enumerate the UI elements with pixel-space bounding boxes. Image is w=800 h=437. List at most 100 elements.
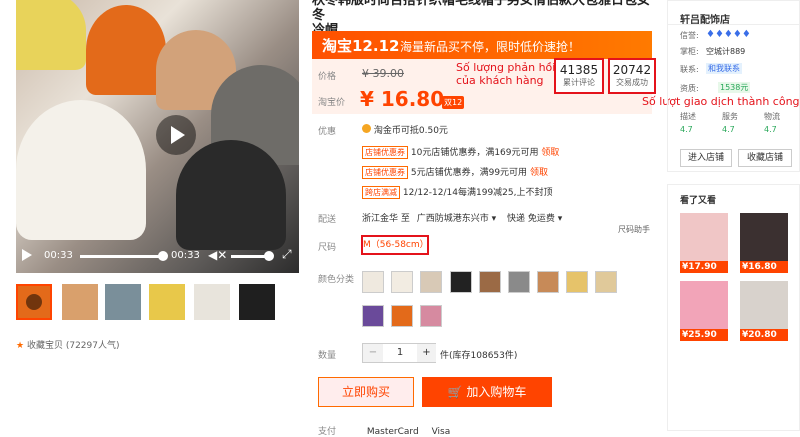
coin-offer: 淘金币可抵0.50元 — [362, 123, 448, 136]
offers-label: 优惠 — [318, 127, 337, 137]
color-swatch[interactable] — [595, 271, 617, 293]
add-to-cart-label: 加入购物车 — [466, 385, 527, 399]
delivery-row: 浙江金华 至 广西防城港东兴市 ▾ 快递 免运费 ▾ — [362, 211, 562, 224]
desc-score: 4.7 — [680, 125, 693, 134]
promo-text: 海量新品买不停，限时低价速抢！ — [400, 40, 581, 54]
also-viewed-product-3[interactable] — [680, 281, 728, 329]
orange-hat-image — [86, 5, 166, 95]
color-swatch[interactable] — [420, 305, 442, 327]
also-viewed-product-1[interactable] — [680, 213, 728, 261]
buy-now-button[interactable]: 立即购买 — [318, 377, 414, 407]
color-swatch[interactable] — [479, 271, 501, 293]
contact-label: 联系: — [680, 65, 699, 74]
quantity-stepper: − 1 + — [362, 343, 436, 363]
quantity-label: 数量 — [318, 351, 337, 361]
thumbnail-3[interactable] — [105, 284, 141, 320]
also-viewed-price-2: ¥16.80 — [740, 261, 788, 273]
enter-shop-button[interactable]: 进入店铺 — [680, 149, 732, 167]
video-progress-handle[interactable] — [158, 251, 168, 261]
size-label: 尺码 — [318, 243, 337, 253]
volume-handle[interactable] — [264, 251, 274, 261]
logistics-score: 4.7 — [764, 125, 777, 134]
transactions-label: 交易成功 — [616, 78, 648, 87]
size-helper-link[interactable]: 尺码助手 — [618, 224, 650, 235]
thumbnail-2[interactable] — [62, 284, 98, 320]
coin-icon — [362, 124, 371, 133]
collect-shop-button[interactable]: 收藏店铺 — [738, 149, 792, 167]
play-icon[interactable] — [22, 249, 32, 261]
coupon-2-text: 5元店铺优惠券，满99元可用 — [410, 168, 528, 178]
coupon-1-claim-link[interactable]: 领取 — [541, 148, 559, 158]
full-discount-tag: 跨店满减 — [362, 186, 400, 199]
color-swatch[interactable] — [391, 271, 413, 293]
contact-button[interactable]: 和我联系 — [706, 63, 742, 74]
service-score: 4.7 — [722, 125, 735, 134]
transactions-count: 20742 — [612, 63, 652, 77]
reviews-count: 41385 — [559, 63, 599, 77]
color-swatch[interactable] — [362, 305, 384, 327]
thumbnail-4[interactable] — [149, 284, 185, 320]
also-viewed-price-3: ¥25.90 — [680, 329, 728, 341]
add-to-cart-button[interactable]: 🛒 加入购物车 — [422, 377, 552, 407]
mastercard-label: MasterCard — [366, 427, 419, 437]
color-swatch[interactable] — [420, 271, 442, 293]
star-icon: ★ — [16, 341, 25, 351]
coupon-row-2: 店铺优惠券 5元店铺优惠券，满99元可用 领取 — [362, 165, 548, 179]
transactions-stat[interactable]: 20742 交易成功 — [608, 58, 656, 94]
color-swatch[interactable] — [566, 271, 588, 293]
color-swatch[interactable] — [391, 305, 413, 327]
reviews-stat[interactable]: 41385 累计评论 — [554, 58, 604, 94]
shop-card: 轩吕配饰店 信誉: ♦♦♦♦♦ 掌柜: 空城计889 联系: 和我联系 资质: … — [667, 0, 800, 172]
keeper-label: 掌柜: — [680, 47, 699, 56]
keeper-name[interactable]: 空城计889 — [706, 46, 745, 57]
cart-icon: 🛒 — [447, 385, 463, 399]
promo-banner: 淘宝12.12 海量新品买不停，限时低价速抢！ — [312, 31, 652, 59]
thumbnail-5[interactable] — [194, 284, 230, 320]
also-viewed-title: 看了又看 — [680, 196, 717, 206]
thumbnail-video[interactable] — [16, 284, 52, 320]
yellow-hat-image — [16, 0, 86, 70]
quantity-increase-button[interactable]: + — [417, 344, 436, 362]
also-viewed-panel: 看了又看 ¥17.90 ¥16.80 ¥25.90 ¥20.80 — [667, 184, 800, 431]
volume-icon[interactable]: ◀✕ — [208, 248, 227, 262]
current-price: ¥ 16.80 — [360, 87, 445, 111]
video-current-time: 00:33 — [44, 250, 73, 261]
color-swatch[interactable] — [450, 271, 472, 293]
express-fee: 快递 免运费 — [507, 214, 555, 224]
deposit-badge[interactable]: 1538元 — [718, 82, 751, 93]
coupon-1-tag: 店铺优惠券 — [362, 146, 408, 159]
quantity-decrease-button[interactable]: − — [363, 344, 383, 362]
old-price-label: 价格 — [318, 72, 337, 82]
video-progress-bar[interactable] — [80, 255, 160, 258]
double12-badge: 双12 — [442, 96, 465, 109]
thumbnail-strip — [16, 284, 299, 324]
full-discount-text: 12/12-12/14每满199减25,上不封顶 — [402, 188, 553, 198]
also-viewed-product-2[interactable] — [740, 213, 788, 261]
favorite-link[interactable]: ★ 收藏宝贝 (72297人气) — [16, 338, 120, 351]
credit-diamonds-icon: ♦♦♦♦♦ — [706, 29, 751, 40]
delivery-from: 浙江金华 至 — [362, 214, 410, 224]
also-viewed-price-4: ¥20.80 — [740, 329, 788, 341]
current-price-label: 淘宝价 — [318, 98, 346, 108]
color-options — [362, 271, 662, 331]
color-swatch[interactable] — [537, 271, 559, 293]
old-price: ¥ 39.00 — [362, 67, 404, 80]
favorite-count: (72297人气) — [65, 341, 120, 351]
delivery-destination[interactable]: 广西防城港东兴市 — [417, 214, 489, 224]
play-overlay-icon[interactable] — [156, 115, 196, 155]
play-icon — [26, 294, 42, 310]
color-swatch[interactable] — [508, 271, 530, 293]
thumbnail-6[interactable] — [239, 284, 275, 320]
fullscreen-icon[interactable]: ⤢ — [282, 247, 292, 262]
stock-text: 件(库存108653件) — [440, 351, 518, 361]
also-viewed-product-4[interactable] — [740, 281, 788, 329]
payment-label: 支付 — [318, 427, 337, 437]
product-video[interactable] — [16, 0, 299, 273]
promo-logo: 淘宝12.12 — [322, 37, 400, 55]
logistics-label: 物流 — [764, 112, 780, 121]
quantity-input[interactable]: 1 — [383, 344, 417, 362]
title-line-1: 秋冬韩版时尚百搭针织帽毛线帽子男女情侣款大包雅日包女冬 — [312, 0, 651, 23]
color-swatch[interactable] — [362, 271, 384, 293]
size-option[interactable]: M（56-58cm） — [361, 235, 429, 255]
coupon-2-claim-link[interactable]: 领取 — [530, 168, 548, 178]
